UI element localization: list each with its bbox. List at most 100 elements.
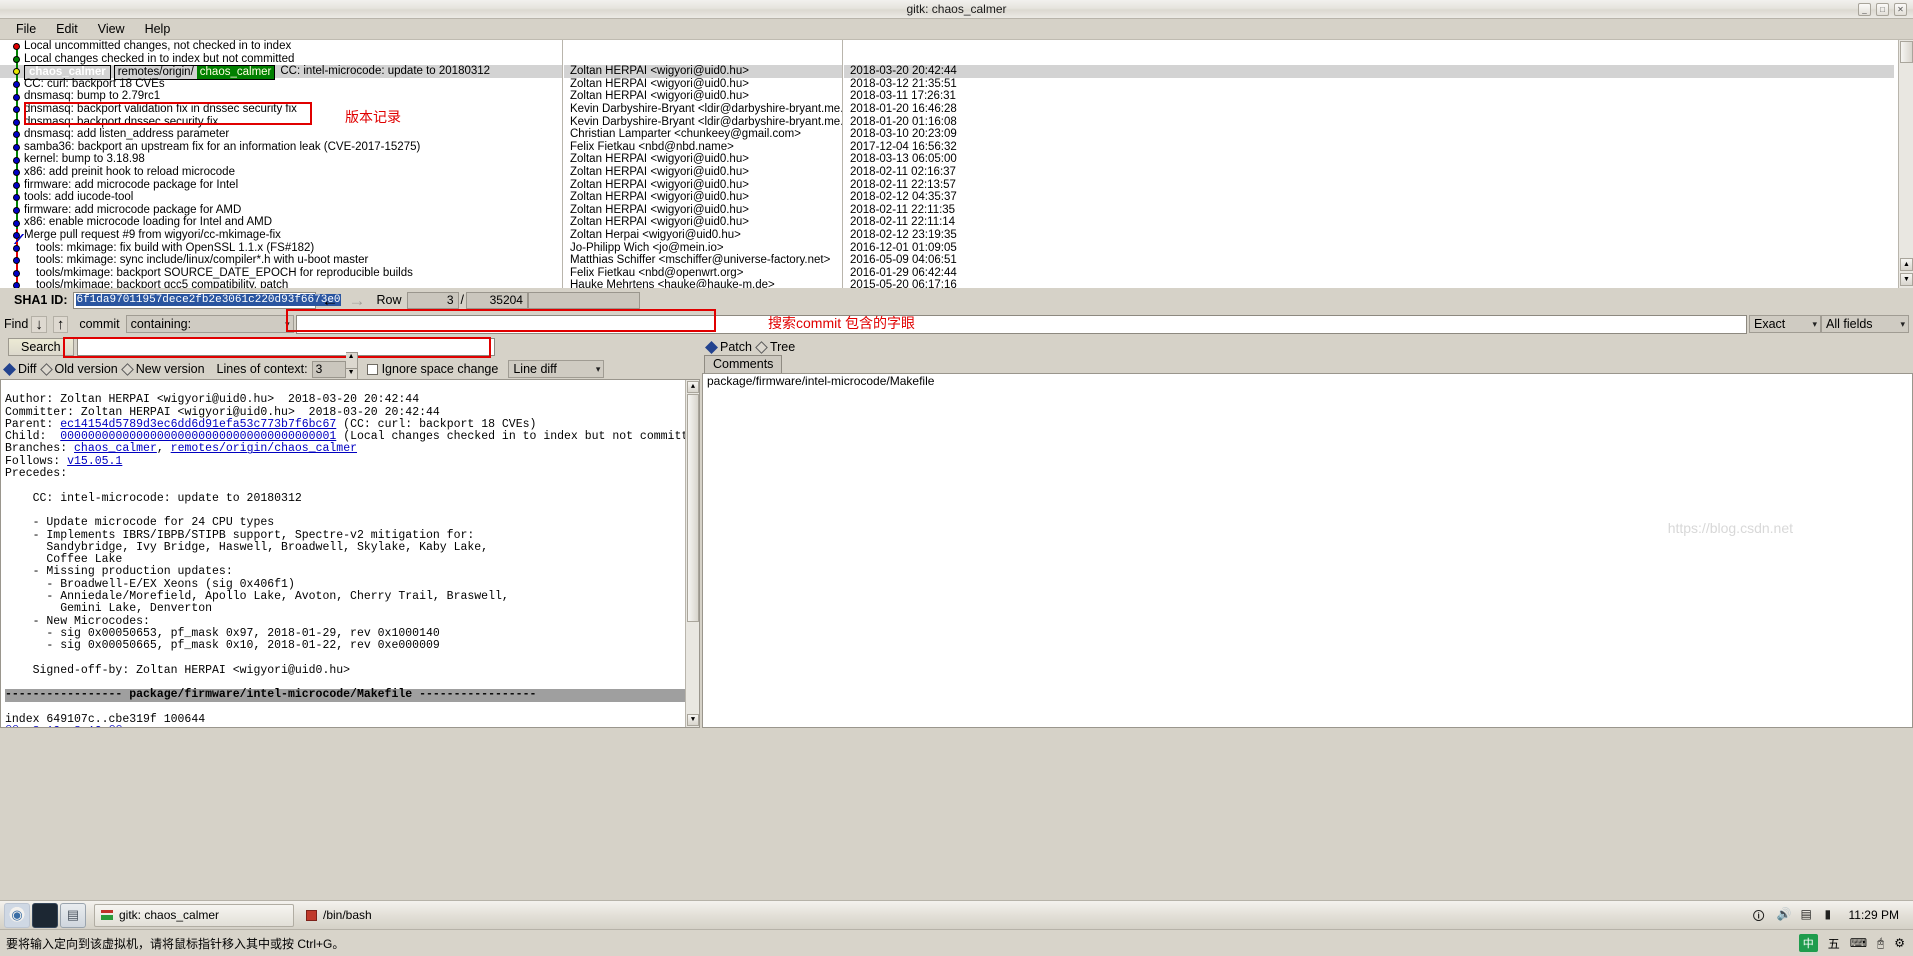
commit-row[interactable]: tools/mkimage: backport SOURCE_DATE_EPOC… <box>0 266 562 280</box>
battery-icon[interactable]: ▮ <box>1825 907 1841 923</box>
ubuntu-launcher-icon[interactable]: ◉ <box>4 902 30 928</box>
minimize-button[interactable]: _ <box>1858 3 1871 16</box>
scroll-down-icon[interactable]: ▼ <box>1900 273 1913 286</box>
commit-graph-dot[interactable] <box>13 43 20 51</box>
patch-radio-icon[interactable] <box>705 340 718 354</box>
commit-row[interactable]: tools: mkimage: fix build with OpenSSL 1… <box>0 241 562 255</box>
commit-graph-dot[interactable] <box>13 156 20 164</box>
sha1-input[interactable]: 6f1da97011957dece2fb2e3061c220d93f6673e0 <box>73 291 341 309</box>
new-version-radio-icon[interactable] <box>120 362 134 376</box>
terminal-launcher-icon[interactable] <box>32 902 58 928</box>
diff-scroll-down-icon[interactable]: ▼ <box>687 714 699 726</box>
menu-edit[interactable]: Edit <box>46 20 88 38</box>
commit-author-column[interactable]: Zoltan HERPAI <wigyori@uid0.hu> Zoltan HE… <box>564 40 843 288</box>
diff-view-scrollbar[interactable]: ▲ ▼ <box>685 380 699 727</box>
file-path-item[interactable]: package/firmware/intel-microcode/Makefil… <box>703 374 1912 388</box>
diff-scrollbar-thumb[interactable] <box>687 394 699 622</box>
commit-message-column[interactable]: Local uncommitted changes, not checked i… <box>0 40 563 288</box>
context-lines-input[interactable]: 3 <box>311 360 346 378</box>
commit-row[interactable]: x86: enable microcode loading for Intel … <box>0 216 562 229</box>
commit-graph-dot[interactable] <box>13 80 20 88</box>
commit-graph-dot[interactable] <box>13 143 20 151</box>
search-input[interactable] <box>76 338 495 356</box>
commit-graph-dot[interactable] <box>13 181 20 189</box>
status-icon-3[interactable]: ⚙ <box>1894 936 1905 950</box>
commit-graph-dot[interactable] <box>13 106 20 114</box>
commit-row[interactable]: Local changes checked in to index but no… <box>0 52 562 66</box>
tree-radio-icon[interactable] <box>755 340 768 354</box>
commit-detail-view[interactable]: Author: Zoltan HERPAI <wigyori@uid0.hu> … <box>0 379 700 728</box>
diff-radio-icon[interactable] <box>3 362 16 376</box>
commit-graph-dot[interactable] <box>13 257 20 265</box>
commit-graph-dot[interactable] <box>13 194 20 202</box>
tab-comments[interactable]: Comments <box>704 355 783 373</box>
search-button[interactable]: Search <box>8 338 74 356</box>
taskbar-clock[interactable]: 11:29 PM <box>1849 908 1899 922</box>
commit-row[interactable]: samba36: backport an upstream fix for an… <box>0 140 562 154</box>
commit-row[interactable]: firmware: add microcode package for Inte… <box>0 178 562 192</box>
child-sha-link[interactable]: 0000000000000000000000000000000000000001 <box>60 430 336 443</box>
menu-file[interactable]: File <box>6 20 46 38</box>
ignore-space-checkbox[interactable] <box>366 363 378 375</box>
commit-graph-dot[interactable] <box>13 219 20 227</box>
menu-help[interactable]: Help <box>135 20 181 38</box>
commit-graph-dot[interactable] <box>13 118 20 126</box>
network-icon[interactable]: ▤ <box>1801 907 1817 923</box>
commit-graph-dot[interactable] <box>13 68 20 76</box>
scrollbar-thumb[interactable] <box>1900 41 1913 63</box>
file-list-view[interactable]: package/firmware/intel-microcode/Makefil… <box>702 373 1913 728</box>
close-button[interactable]: ✕ <box>1894 3 1907 16</box>
commit-graph-dot[interactable] <box>13 131 20 139</box>
commit-list-scrollbar[interactable]: ▲ ▼ <box>1898 40 1913 288</box>
commit-row[interactable]: dnsmasq: backport validation fix in dnss… <box>0 102 562 116</box>
taskbar-item-bash[interactable]: /bin/bash <box>300 904 440 927</box>
find-next-icon[interactable]: ↓ <box>31 315 47 333</box>
commit-row[interactable]: firmware: add microcode package for AMD <box>0 203 562 217</box>
info-icon[interactable]: 🛈 <box>1753 907 1769 923</box>
find-exact-select[interactable]: Exact <box>1749 315 1821 333</box>
find-fields-select[interactable]: All fields <box>1821 315 1909 333</box>
status-icon-1[interactable]: ⌨ <box>1850 936 1867 950</box>
commit-row[interactable]: tools: add iucode-tool <box>0 191 562 204</box>
status-icon-2[interactable]: 🖰 <box>1877 936 1884 951</box>
ime-indicator[interactable]: 中 <box>1798 934 1818 952</box>
commit-graph-dot[interactable] <box>13 206 20 214</box>
commit-row[interactable]: tools: mkimage: sync include/linux/compi… <box>0 254 562 267</box>
commit-date-column[interactable]: 2018-03-20 20:42:44 2018-03-12 21:35:51 20… <box>844 40 1894 288</box>
find-prev-icon[interactable]: ↑ <box>52 315 69 333</box>
follows-tag-link[interactable]: v15.05.1 <box>67 455 122 468</box>
line-diff-select[interactable]: Line diff <box>508 360 605 378</box>
commit-row[interactable]: dnsmasq: add listen_address parameter <box>0 128 562 141</box>
files-launcher-icon[interactable]: ▤ <box>60 902 86 928</box>
commit-row[interactable]: chaos_calmer remotes/origin/chaos_calmer C… <box>0 65 562 81</box>
commit-graph-dot[interactable] <box>13 93 20 101</box>
context-spin-up-icon[interactable]: ▲ <box>345 352 358 369</box>
commit-graph-dot[interactable] <box>13 55 20 63</box>
volume-icon[interactable]: 🔊 <box>1777 907 1793 923</box>
commit-row[interactable]: kernel: bump to 3.18.98 <box>0 153 562 166</box>
commit-row[interactable]: x86: add preinit hook to reload microcod… <box>0 165 562 179</box>
commit-row[interactable]: dnsmasq: backport dnssec security fix <box>0 115 562 129</box>
maximize-button[interactable]: □ <box>1876 3 1889 16</box>
commit-row[interactable]: dnsmasq: bump to 2.79rc1 <box>0 90 562 103</box>
commit-graph-dot[interactable] <box>13 244 20 252</box>
scroll-up-icon[interactable]: ▲ <box>1900 258 1913 271</box>
commit-graph-dot[interactable] <box>13 169 20 177</box>
old-version-radio-icon[interactable] <box>39 362 53 376</box>
diff-scroll-up-icon[interactable]: ▲ <box>687 381 699 393</box>
find-mode-select[interactable]: containing: <box>125 315 294 333</box>
commit-row[interactable]: CC: curl: backport 18 CVEs <box>0 77 562 91</box>
commit-row[interactable]: tools/mkimage: backport gcc5 compatibili… <box>0 279 562 288</box>
back-arrow-icon[interactable]: ← <box>321 292 338 309</box>
commit-graph-dot[interactable] <box>13 269 20 277</box>
menu-view[interactable]: View <box>88 20 135 38</box>
forward-arrow-icon[interactable]: → <box>348 292 365 309</box>
branch-link-local[interactable]: chaos_calmer <box>74 442 157 455</box>
find-scope-label: commit <box>79 317 120 331</box>
commit-row[interactable]: Merge pull request #9 from wigyori/cc-mk… <box>0 228 562 244</box>
taskbar-item-gitk[interactable]: gitk: chaos_calmer <box>94 903 294 927</box>
branch-link-remote[interactable]: remotes/origin/chaos_calmer <box>171 442 357 455</box>
parent-sha-link[interactable]: ec14154d5789d3ec6dd6d91efa53c773b7f6bc67 <box>60 418 336 431</box>
commit-row[interactable]: Local uncommitted changes, not checked i… <box>0 40 562 53</box>
find-input[interactable] <box>295 314 1747 334</box>
